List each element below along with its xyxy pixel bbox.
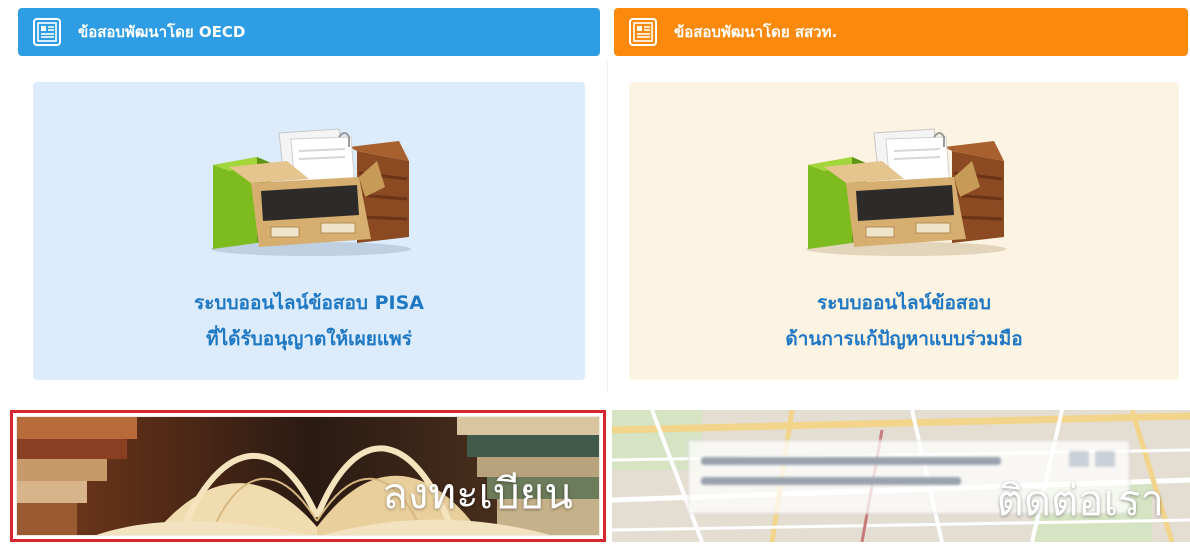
collaborative-problem-solving-card[interactable]: ระบบออนไลน์ข้อสอบ ด้านการแก้ปัญหาแบบร่วม…	[629, 82, 1179, 380]
register-banner[interactable]: ลงทะเบียน	[10, 410, 606, 542]
document-list-icon	[629, 18, 657, 46]
contact-label: ติดต่อเรา	[996, 476, 1164, 525]
oecd-header-title: ข้อสอบพัฒนาโดย OECD	[78, 23, 246, 41]
ipst-header-title: ข้อสอบพัฒนาโดย สสวท.	[674, 23, 838, 41]
pisa-online-test-card[interactable]: ระบบออนไลน์ข้อสอบ PISA ที่ได้รับอนุญาตให…	[33, 82, 585, 380]
contact-banner[interactable]: ติดต่อเรา	[612, 410, 1190, 542]
pisa-card-title[interactable]: ระบบออนไลน์ข้อสอบ PISA ที่ได้รับอนุญาตให…	[194, 285, 424, 357]
pisa-card-title-line1: ระบบออนไลน์ข้อสอบ PISA	[194, 292, 424, 314]
column-divider	[607, 62, 608, 392]
oecd-section-header: ข้อสอบพัฒนาโดย OECD	[18, 8, 600, 56]
archive-box-icon	[806, 128, 1006, 256]
ipst-section-header: ข้อสอบพัฒนาโดย สสวท.	[614, 8, 1188, 56]
cps-card-title[interactable]: ระบบออนไลน์ข้อสอบ ด้านการแก้ปัญหาแบบร่วม…	[785, 285, 1022, 357]
document-list-icon	[33, 18, 61, 46]
cps-card-title-line2: ด้านการแก้ปัญหาแบบร่วมมือ	[785, 328, 1023, 350]
register-label: ลงทะเบียน	[382, 469, 573, 518]
pisa-card-title-line2: ที่ได้รับอนุญาตให้เผยแพร่	[206, 328, 412, 350]
archive-box-icon	[211, 128, 411, 256]
cps-card-title-line1: ระบบออนไลน์ข้อสอบ	[817, 292, 991, 314]
